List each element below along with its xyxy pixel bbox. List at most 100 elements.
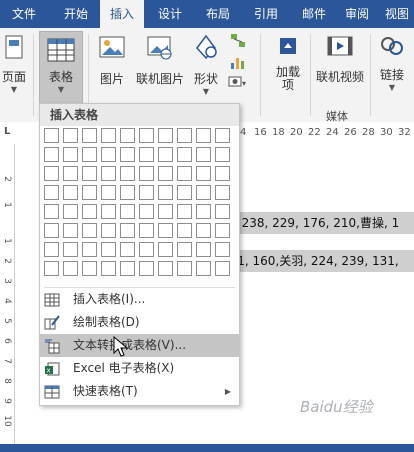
link-button[interactable]: 链接 ▼ [374, 28, 410, 108]
grid-cell[interactable] [120, 166, 135, 181]
grid-cell[interactable] [215, 185, 230, 200]
grid-cell[interactable] [158, 242, 173, 257]
grid-cell[interactable] [44, 185, 59, 200]
grid-cell[interactable] [215, 261, 230, 276]
menu-item-convert-text-to-table[interactable]: 文本转换成表格(V)... [40, 334, 239, 357]
grid-cell[interactable] [101, 204, 116, 219]
grid-cell[interactable] [101, 128, 116, 143]
tab-insert[interactable]: 插入 [100, 0, 144, 28]
grid-cell[interactable] [82, 204, 97, 219]
grid-cell[interactable] [215, 147, 230, 162]
grid-cell[interactable] [139, 223, 154, 238]
grid-cell[interactable] [82, 242, 97, 257]
grid-cell[interactable] [82, 128, 97, 143]
tab-file[interactable]: 文件 [0, 0, 48, 28]
grid-cell[interactable] [177, 147, 192, 162]
addins-button[interactable]: 加载 项 [268, 28, 308, 108]
grid-cell[interactable] [44, 147, 59, 162]
grid-cell[interactable] [63, 204, 78, 219]
grid-cell[interactable] [44, 223, 59, 238]
grid-cell[interactable] [44, 204, 59, 219]
grid-cell[interactable] [158, 261, 173, 276]
grid-cell[interactable] [101, 185, 116, 200]
grid-cell[interactable] [139, 128, 154, 143]
grid-cell[interactable] [120, 204, 135, 219]
grid-cell[interactable] [101, 223, 116, 238]
grid-cell[interactable] [196, 223, 211, 238]
grid-cell[interactable] [63, 166, 78, 181]
picture-button[interactable]: 图片 [92, 28, 132, 108]
grid-cell[interactable] [101, 166, 116, 181]
grid-cell[interactable] [101, 261, 116, 276]
grid-cell[interactable] [82, 166, 97, 181]
grid-cell[interactable] [82, 261, 97, 276]
grid-cell[interactable] [44, 261, 59, 276]
grid-cell[interactable] [196, 128, 211, 143]
document-text-line[interactable]: 201, 160,关羽, 224, 239, 131, [222, 250, 414, 272]
table-button[interactable]: 表格 ▼ [39, 31, 83, 108]
grid-cell[interactable] [196, 261, 211, 276]
menu-item-excel-spreadsheet[interactable]: x Excel 电子表格(X) [40, 357, 239, 380]
grid-cell[interactable] [158, 147, 173, 162]
online-picture-button[interactable]: 联机图片 [134, 28, 186, 108]
grid-cell[interactable] [215, 166, 230, 181]
grid-cell[interactable] [215, 223, 230, 238]
tab-stop-marker-icon[interactable]: L [4, 126, 10, 137]
grid-cell[interactable] [82, 185, 97, 200]
grid-cell[interactable] [196, 166, 211, 181]
grid-cell[interactable] [44, 242, 59, 257]
grid-cell[interactable] [177, 166, 192, 181]
grid-cell[interactable] [44, 128, 59, 143]
vertical-ruler[interactable]: 2 1 1 2 3 4 5 6 7 8 9 10 [0, 144, 15, 444]
grid-cell[interactable] [120, 128, 135, 143]
grid-cell[interactable] [120, 242, 135, 257]
grid-cell[interactable] [63, 147, 78, 162]
grid-cell[interactable] [177, 261, 192, 276]
grid-cell[interactable] [158, 223, 173, 238]
grid-cell[interactable] [120, 261, 135, 276]
grid-cell[interactable] [63, 242, 78, 257]
grid-cell[interactable] [139, 166, 154, 181]
grid-cell[interactable] [215, 242, 230, 257]
grid-cell[interactable] [158, 166, 173, 181]
grid-cell[interactable] [139, 204, 154, 219]
grid-cell[interactable] [177, 242, 192, 257]
grid-cell[interactable] [120, 147, 135, 162]
grid-cell[interactable] [120, 185, 135, 200]
grid-cell[interactable] [215, 204, 230, 219]
menu-item-insert-table[interactable]: 插入表格(I)... [40, 288, 239, 311]
document-text-line[interactable]: 权, 238, 229, 176, 210,曹操, 1 [222, 212, 414, 234]
grid-cell[interactable] [82, 147, 97, 162]
grid-cell[interactable] [215, 128, 230, 143]
tab-mailings[interactable]: 邮件 [292, 0, 336, 28]
grid-cell[interactable] [158, 204, 173, 219]
tab-references[interactable]: 引用 [244, 0, 288, 28]
grid-cell[interactable] [63, 261, 78, 276]
grid-cell[interactable] [196, 242, 211, 257]
grid-cell[interactable] [44, 166, 59, 181]
grid-cell[interactable] [196, 147, 211, 162]
smartart-chart-screenshot-buttons[interactable]: ▾ [226, 32, 250, 108]
grid-cell[interactable] [82, 223, 97, 238]
grid-cell[interactable] [196, 204, 211, 219]
grid-cell[interactable] [139, 185, 154, 200]
menu-item-quick-tables[interactable]: 快速表格(T) ▶ [40, 380, 239, 403]
tab-design[interactable]: 设计 [148, 0, 192, 28]
menu-item-draw-table[interactable]: 绘制表格(D) [40, 311, 239, 334]
tab-layout[interactable]: 布局 [196, 0, 240, 28]
grid-cell[interactable] [196, 185, 211, 200]
page-button[interactable]: 页面 ▼ [0, 28, 28, 108]
online-video-button[interactable]: 联机视频 [312, 28, 368, 108]
tab-view[interactable]: 视图 [380, 0, 414, 28]
grid-cell[interactable] [63, 128, 78, 143]
tab-home[interactable]: 开始 [53, 0, 99, 28]
shapes-button[interactable]: 形状 ▼ [188, 28, 224, 108]
grid-cell[interactable] [139, 242, 154, 257]
grid-cell[interactable] [63, 223, 78, 238]
grid-cell[interactable] [177, 204, 192, 219]
grid-cell[interactable] [158, 185, 173, 200]
grid-cell[interactable] [63, 185, 78, 200]
grid-cell[interactable] [158, 128, 173, 143]
grid-cell[interactable] [139, 261, 154, 276]
grid-cell[interactable] [101, 147, 116, 162]
